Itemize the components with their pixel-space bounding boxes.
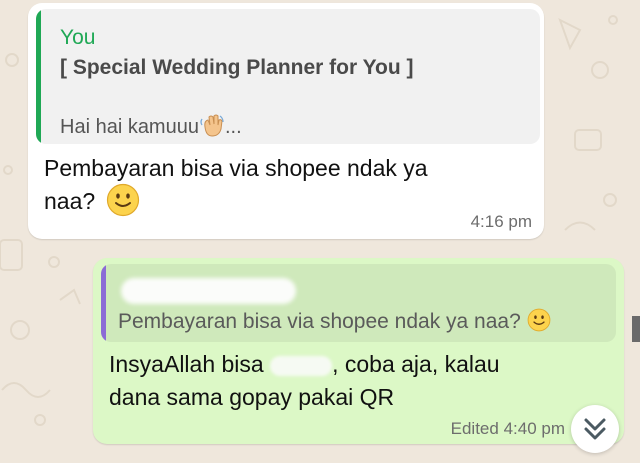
quote-snippet-text: Hai hai kamuuu bbox=[60, 116, 199, 138]
message-line-1-start: InsyaAllah bisa bbox=[109, 351, 264, 377]
quote-bar bbox=[101, 264, 106, 342]
message-line-1: Pembayaran bisa via shopee ndak ya bbox=[44, 155, 428, 181]
quote-snippet-text: Pembayaran bisa via shopee ndak ya naa? bbox=[118, 310, 521, 333]
slightly-smiling-face-icon bbox=[527, 309, 550, 332]
message-line-1: InsyaAllah bisa , coba aja, kalau bbox=[109, 348, 500, 381]
quote-author: You bbox=[60, 26, 96, 49]
quote-title: [ Special Wedding Planner for You ] bbox=[60, 56, 414, 79]
message-text: InsyaAllah bisa , coba aja, kalau dana s… bbox=[109, 348, 500, 414]
scroll-to-bottom-button[interactable] bbox=[571, 405, 619, 453]
quote-bar bbox=[36, 9, 41, 144]
message-line-2: dana sama gopay pakai QR bbox=[109, 384, 395, 410]
quoted-message[interactable]: You [ Special Wedding Planner for You ] … bbox=[36, 9, 540, 144]
quote-snippet: Hai hai kamuuu ... bbox=[60, 114, 242, 139]
message-line-1-end: , coba aja, kalau bbox=[332, 351, 500, 377]
outgoing-message-bubble[interactable]: Pembayaran bisa via shopee ndak ya naa? … bbox=[93, 258, 624, 444]
message-line-2: naa? bbox=[44, 183, 428, 218]
quote-snippet: Pembayaran bisa via shopee ndak ya naa? bbox=[118, 309, 551, 334]
quoted-message[interactable]: Pembayaran bisa via shopee ndak ya naa? bbox=[101, 264, 616, 342]
message-text: Pembayaran bisa via shopee ndak ya naa? bbox=[44, 152, 428, 218]
redacted-sender-name bbox=[121, 278, 296, 304]
scroll-indicator bbox=[632, 316, 640, 342]
waving-hand-icon bbox=[200, 114, 224, 137]
message-timestamp: Edited 4:40 pm bbox=[450, 419, 565, 438]
message-timestamp: 4:16 pm bbox=[470, 212, 532, 231]
slightly-smiling-face-icon bbox=[106, 183, 139, 217]
chevrons-down-icon bbox=[584, 418, 606, 440]
redacted-word bbox=[270, 355, 333, 376]
incoming-message-bubble[interactable]: You [ Special Wedding Planner for You ] … bbox=[28, 3, 544, 239]
quote-ellipsis: ... bbox=[224, 116, 242, 138]
message-line-2-text: naa? bbox=[44, 188, 96, 214]
